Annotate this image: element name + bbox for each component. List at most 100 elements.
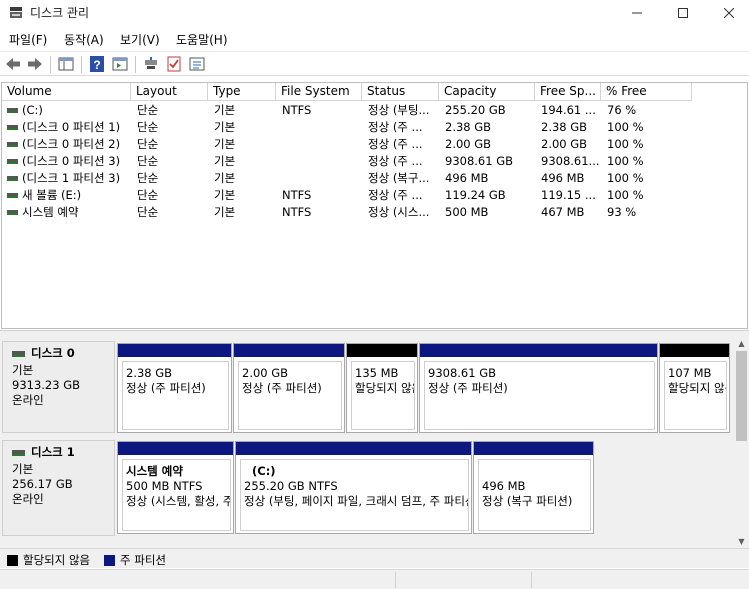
cell-text: 단순: [137, 137, 159, 151]
cell-text: 2.38 GB: [541, 120, 588, 134]
column-volume[interactable]: Volume: [2, 83, 131, 101]
cell-status: 정상 (부팅...: [368, 102, 438, 119]
partition-name: (C:): [252, 464, 276, 478]
partition-status: 정상 (주 파티션): [428, 381, 508, 395]
partition-status: 정상 (주 파티션): [242, 381, 322, 395]
volume-row[interactable]: (디스크 0 파티션 2) 단순 기본 정상 (주 ... 2.00 GB 2.00 GB…: [2, 136, 747, 153]
volume-row[interactable]: (디스크 1 파티션 3) 단순 기본 정상 (복구... 496 MB 496 MB 10…: [2, 170, 747, 187]
volume-row[interactable]: 새 볼륨 (E:) 단순 기본 NTFS 정상 (주 ... 119.24 GB 119.1…: [2, 187, 747, 204]
column-layout[interactable]: Layout: [131, 83, 208, 101]
cell-type: 기본: [214, 204, 276, 221]
column-status[interactable]: Status: [362, 83, 439, 101]
disk-0-partition-2[interactable]: 2.00 GB 정상 (주 파티션): [233, 343, 345, 433]
menu-help[interactable]: 도움말(H): [176, 31, 228, 48]
disk-1-partition-c[interactable]: (C:) 255.20 GB NTFS 정상 (부팅, 페이지 파일, 크래시 …: [235, 441, 472, 534]
cell-text: 정상 (주 ...: [368, 188, 423, 202]
partition-size: 255.20 GB NTFS: [244, 479, 338, 493]
menu-file[interactable]: 파일(F): [9, 31, 47, 48]
volume-row[interactable]: (C:) 단순 기본 NTFS 정상 (부팅... 255.20 GB 194.61 ...…: [2, 102, 747, 119]
cell-volume: (디스크 1 파티션 3): [7, 170, 131, 187]
cell-text: 496 MB: [541, 171, 585, 185]
cell-layout: 단순: [137, 153, 207, 170]
cell-type: 기본: [214, 153, 276, 170]
cell-layout: 단순: [137, 187, 207, 204]
cell-file-system: NTFS: [282, 204, 362, 221]
cell-free-space: 119.15 ...: [541, 187, 601, 204]
cell-text: (디스크 0 파티션 2): [22, 137, 121, 151]
menu-view[interactable]: 보기(V): [120, 31, 160, 48]
unallocated-swatch: [7, 554, 18, 566]
cell-text: (디스크 0 파티션 3): [22, 154, 121, 168]
partition-status: 할당되지 않음: [355, 381, 414, 395]
console-tree-icon[interactable]: [57, 55, 75, 73]
disk-icon: [12, 350, 25, 357]
partition-name: 시스템 예약: [126, 464, 183, 478]
cell-text: 9308.61 GB: [445, 154, 514, 168]
volume-row[interactable]: 시스템 예약 단순 기본 NTFS 정상 (시스... 500 MB 467 MB 93 %: [2, 204, 747, 221]
cell-free-space: 467 MB: [541, 204, 601, 221]
cell-capacity: 500 MB: [445, 204, 535, 221]
disk-0-partition-1[interactable]: 2.38 GB 정상 (주 파티션): [117, 343, 232, 433]
cell-text: 정상 (복구...: [368, 171, 430, 185]
cell-free-space: 9308.61...: [541, 153, 601, 170]
properties-icon[interactable]: [111, 55, 129, 73]
partition-size: 2.00 GB: [242, 366, 289, 380]
cell-volume: (디스크 0 파티션 1): [7, 119, 131, 136]
close-button[interactable]: [706, 0, 749, 26]
disk-0-unallocated-2[interactable]: 107 MB 할당되지 않음: [659, 343, 730, 433]
connect-icon[interactable]: [142, 55, 160, 73]
disk-graphical-view: 디스크 0 기본 9313.23 GB 온라인 2.38 GB 정상 (주 파티…: [0, 336, 734, 548]
column-capacity[interactable]: Capacity: [439, 83, 535, 101]
column-percent-free[interactable]: % Free: [601, 83, 692, 101]
legend: 할당되지 않음 주 파티션: [0, 548, 749, 568]
forward-arrow-icon[interactable]: [26, 55, 44, 73]
scrollbar-thumb[interactable]: [736, 351, 747, 441]
window-title: 디스크 관리: [30, 6, 90, 20]
cell-text: 2.00 GB: [541, 137, 588, 151]
volume-row[interactable]: (디스크 0 파티션 1) 단순 기본 정상 (주 ... 2.38 GB 2.38 GB…: [2, 119, 747, 136]
primary-swatch: [104, 554, 115, 566]
help-icon[interactable]: ?: [88, 55, 106, 73]
legend-label: 주 파티션: [120, 553, 166, 567]
checklist-icon[interactable]: [165, 55, 183, 73]
cell-text: 단순: [137, 205, 159, 219]
disk-1-partition-system-reserved[interactable]: 시스템 예약 500 MB NTFS 정상 (시스템, 활성, 주 파티션): [117, 441, 234, 534]
volume-icon: [7, 210, 18, 215]
vertical-scrollbar[interactable]: ▲ ▼: [734, 336, 749, 548]
volume-row[interactable]: (디스크 0 파티션 3) 단순 기본 정상 (주 ... 9308.61 GB 9308…: [2, 153, 747, 170]
column-free-space[interactable]: Free Sp...: [535, 83, 601, 101]
cell-capacity: 119.24 GB: [445, 187, 535, 204]
disk-size: 256.17 GB: [12, 477, 73, 491]
settings-list-icon[interactable]: [188, 55, 206, 73]
cell-free-space: 2.00 GB: [541, 136, 601, 153]
cell-volume: 시스템 예약: [7, 204, 131, 221]
column-file-system[interactable]: File System: [276, 83, 362, 101]
disk-1-partition-recovery[interactable]: 496 MB 정상 (복구 파티션): [473, 441, 594, 534]
back-arrow-icon[interactable]: [4, 55, 22, 73]
cell-type: 기본: [214, 187, 276, 204]
cell-free-space: 194.61 ...: [541, 102, 601, 119]
scroll-up-arrow-icon[interactable]: ▲: [734, 336, 749, 350]
cell-text: 기본: [214, 120, 236, 134]
cell-capacity: 2.00 GB: [445, 136, 535, 153]
maximize-button[interactable]: [660, 0, 706, 26]
scroll-down-arrow-icon[interactable]: ▼: [734, 534, 749, 548]
partition-size: 500 MB NTFS: [126, 479, 203, 493]
menu-action[interactable]: 동작(A): [64, 31, 104, 48]
cell-text: 단순: [137, 188, 159, 202]
cell-capacity: 496 MB: [445, 170, 535, 187]
cell-status: 정상 (주 ...: [368, 187, 438, 204]
cell-type: 기본: [214, 119, 276, 136]
column-type[interactable]: Type: [208, 83, 276, 101]
cell-file-system: NTFS: [282, 102, 362, 119]
disk-0-label[interactable]: 디스크 0 기본 9313.23 GB 온라인: [2, 341, 115, 433]
minimize-button[interactable]: [614, 0, 660, 26]
disk-0-unallocated-1[interactable]: 135 MB 할당되지 않음: [346, 343, 418, 433]
close-icon: [724, 8, 734, 18]
volume-list-header: Volume Layout Type File System Status Ca…: [2, 83, 747, 101]
cell-free-space: 496 MB: [541, 170, 601, 187]
disk-0-partition-3[interactable]: 9308.61 GB 정상 (주 파티션): [419, 343, 658, 433]
disk-1-label[interactable]: 디스크 1 기본 256.17 GB 온라인: [2, 440, 115, 536]
disk-type: 기본: [12, 363, 34, 377]
cell-text: 100 %: [607, 171, 644, 185]
